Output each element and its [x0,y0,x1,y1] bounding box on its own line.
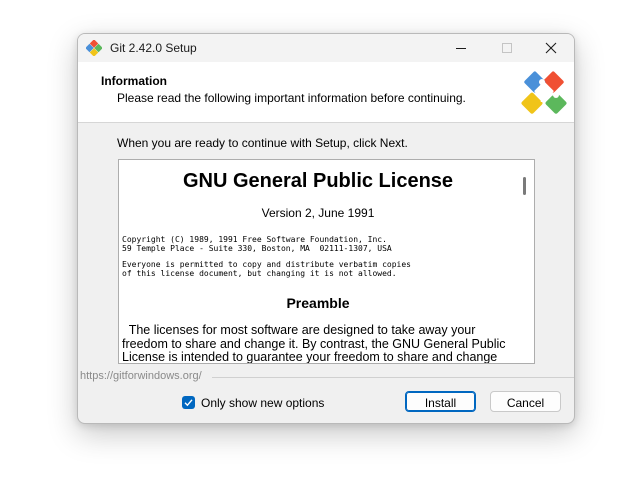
intro-text: When you are ready to continue with Setu… [117,136,408,150]
checkmark-icon [184,399,193,407]
install-button[interactable]: Install [405,391,476,412]
git-logo-icon [521,71,567,114]
checkbox-box[interactable] [182,396,195,409]
license-text-area[interactable]: GNU General Public License Version 2, Ju… [118,159,535,364]
minimize-button[interactable] [438,34,484,62]
license-content: GNU General Public License Version 2, Ju… [119,160,517,363]
website-url-label: https://gitforwindows.org/ [80,370,202,382]
license-preamble-line: The licenses for most software are desig… [122,323,476,337]
footer-divider [212,377,574,378]
scrollbar-thumb[interactable] [523,177,526,195]
title-bar[interactable]: Git 2.42.0 Setup [78,34,574,62]
license-permission-notice: Everyone is permitted to copy and distri… [122,260,411,278]
license-version: Version 2, June 1991 [261,206,375,220]
setup-window: Git 2.42.0 Setup Information Please read… [77,33,575,424]
license-preamble-text: The licenses for most software are desig… [122,323,517,363]
maximize-button[interactable] [484,34,530,62]
license-title: GNU General Public License [182,170,454,192]
close-icon [545,42,557,54]
checkbox-label[interactable]: Only show new options [201,396,324,410]
license-preamble-heading: Preamble [286,295,350,311]
cancel-button[interactable]: Cancel [490,391,561,412]
license-copyright-line: Copyright (C) 1989, 1991 Free Software F… [122,235,387,244]
page-title: Information [101,74,167,88]
license-permission-line: Everyone is permitted to copy and distri… [122,260,411,269]
wizard-header: Information Please read the following im… [78,62,574,123]
minimize-icon [456,48,466,49]
maximize-icon [502,43,512,53]
license-preamble-line: freedom to share and change it. By contr… [122,336,506,351]
git-app-icon [86,40,102,56]
license-scrollbar[interactable] [517,160,534,363]
license-copyright-line: 59 Temple Place - Suite 330, Boston, MA … [122,244,392,253]
window-title: Git 2.42.0 Setup [110,41,197,55]
license-permission-line: of this license document, but changing i… [122,269,397,278]
license-copyright: Copyright (C) 1989, 1991 Free Software F… [122,235,392,253]
close-button[interactable] [528,34,574,62]
license-preamble-line: License is intended to guarantee your fr… [122,350,498,363]
page-subtitle: Please read the following important info… [117,91,466,105]
